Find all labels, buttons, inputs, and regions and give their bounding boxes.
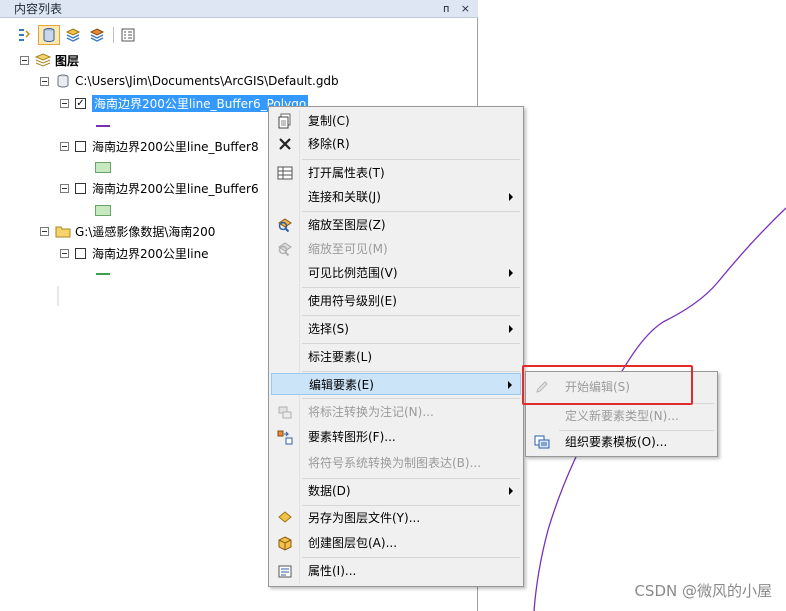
layer3-checkbox[interactable] <box>75 182 86 194</box>
templates-icon <box>534 434 550 450</box>
toc-title: 内容列表 <box>14 2 63 16</box>
submenu-arrow-icon <box>509 325 513 333</box>
tree-row-gdb[interactable]: C:\Users\Jim\Documents\ArcGIS\Default.gd… <box>40 71 339 91</box>
submenu-arrow-icon <box>509 193 513 201</box>
watermark: CSDN @微风的小屋 <box>634 582 772 600</box>
remove-icon <box>277 136 293 152</box>
collapse-icon[interactable] <box>20 55 29 65</box>
layer1-symbol[interactable] <box>96 125 110 127</box>
map-canvas[interactable] <box>478 0 786 611</box>
menu-item-convert-labels[interactable]: 将标注转换为注记(N)... <box>271 401 521 423</box>
tree-row-layer4[interactable]: 海南边界200公里line <box>60 243 209 263</box>
layer2-label[interactable]: 海南边界200公里line_Buffer8 <box>92 138 259 155</box>
menu-item-symbol-levels[interactable]: 使用符号级别(E) <box>271 290 521 312</box>
toc-toolbar <box>14 25 141 45</box>
submenu-arrow-icon <box>509 487 513 495</box>
text-cursor <box>57 286 59 306</box>
database-icon <box>55 74 71 88</box>
convert-graphics-icon <box>277 429 293 445</box>
menu-item-label-features[interactable]: 标注要素(L) <box>271 346 521 368</box>
menu-item-selection[interactable]: 选择(S) <box>271 318 521 340</box>
layer4-label[interactable]: 海南边界200公里line <box>92 245 209 262</box>
menu-item-data[interactable]: 数据(D) <box>271 480 521 502</box>
layer2-symbol[interactable] <box>95 162 111 173</box>
layer-file-icon <box>277 510 293 526</box>
tree-row-layers[interactable]: 图层 <box>20 50 79 70</box>
convert-labels-icon <box>277 404 293 420</box>
menu-item-joins-relates[interactable]: 连接和关联(J) <box>271 186 521 208</box>
gdb-path-label: C:\Users\Jim\Documents\ArcGIS\Default.gd… <box>75 74 339 88</box>
list-by-visibility-icon[interactable] <box>62 25 84 45</box>
collapse-icon[interactable] <box>40 226 49 236</box>
folder-path-label: G:\遥感影像数据\海南200 <box>75 224 216 239</box>
layer4-symbol[interactable] <box>96 273 110 275</box>
properties-icon <box>277 563 293 579</box>
zoom-visible-icon <box>277 241 293 257</box>
tree-row-layer3[interactable]: 海南边界200公里line_Buffer6 <box>60 178 259 198</box>
menu-item-organize-templates[interactable]: 组织要素模板(O)... <box>528 431 715 453</box>
table-icon <box>277 165 293 181</box>
menu-item-convert-to-graphics[interactable]: 要素转图形(F)... <box>271 426 521 448</box>
menu-item-copy[interactable]: 复制(C) <box>271 110 521 132</box>
menu-item-edit-features[interactable]: 编辑要素(E) <box>271 373 521 395</box>
menu-item-convert-symbology[interactable]: 将符号系统转换为制图表达(B)... <box>271 452 521 474</box>
collapse-icon[interactable] <box>60 141 69 151</box>
collapse-icon[interactable] <box>40 76 49 86</box>
menu-item-save-layer-file[interactable]: 另存为图层文件(Y)... <box>271 507 521 529</box>
submenu-arrow-icon <box>508 381 512 389</box>
zoom-layer-icon <box>277 217 293 233</box>
layer-package-icon <box>277 535 293 551</box>
menu-item-remove[interactable]: 移除(R) <box>271 133 521 155</box>
layers-root-label: 图层 <box>55 53 80 68</box>
layer3-label[interactable]: 海南边界200公里line_Buffer6 <box>92 180 259 197</box>
layer-context-menu: 复制(C) 移除(R) 打开属性表(T) 连接和关联(J) 缩放至图层(Z) 缩… <box>268 106 524 587</box>
highlight-box <box>522 365 693 405</box>
menu-item-visible-scale-range[interactable]: 可见比例范围(V) <box>271 262 521 284</box>
menu-item-define-feature-types[interactable]: 定义新要素类型(N)... <box>528 405 715 427</box>
collapse-icon[interactable] <box>60 248 69 258</box>
tree-row-folder[interactable]: G:\遥感影像数据\海南200 <box>40 221 215 241</box>
folder-icon <box>55 224 71 238</box>
menu-item-zoom-to-layer[interactable]: 缩放至图层(Z) <box>271 214 521 236</box>
list-by-source-icon[interactable] <box>38 25 60 45</box>
list-by-drawing-order-icon[interactable] <box>14 25 36 45</box>
list-by-selection-icon[interactable] <box>86 25 108 45</box>
options-icon[interactable] <box>117 25 139 45</box>
pin-icon[interactable]: ᴨ <box>443 2 449 15</box>
menu-item-open-attribute-table[interactable]: 打开属性表(T) <box>271 162 521 184</box>
layers-icon <box>35 53 51 67</box>
submenu-arrow-icon <box>509 269 513 277</box>
layer4-checkbox[interactable] <box>75 247 86 259</box>
tree-row-layer2[interactable]: 海南边界200公里line_Buffer8 <box>60 136 259 156</box>
menu-item-zoom-to-visible[interactable]: 缩放至可见(M) <box>271 238 521 260</box>
copy-icon <box>277 113 293 129</box>
layer2-checkbox[interactable] <box>75 140 86 152</box>
toc-title-bar: 内容列表 ᴨ × <box>0 0 478 18</box>
menu-item-create-layer-package[interactable]: 创建图层包(A)... <box>271 532 521 554</box>
close-icon[interactable]: × <box>461 2 470 15</box>
layer3-symbol[interactable] <box>95 205 111 216</box>
collapse-icon[interactable] <box>60 183 69 193</box>
menu-item-properties[interactable]: 属性(I)... <box>271 560 521 582</box>
collapse-icon[interactable] <box>60 98 69 108</box>
layer1-checkbox[interactable]: ✓ <box>75 97 86 109</box>
